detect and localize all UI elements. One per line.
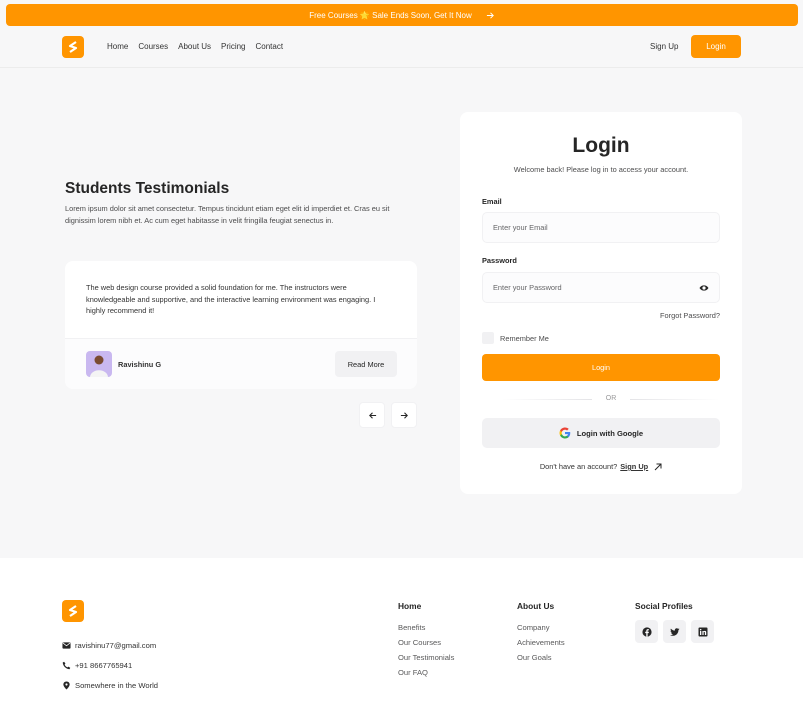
signup-link[interactable]: Sign Up — [620, 462, 648, 471]
or-divider: OR — [502, 395, 720, 405]
facebook-button[interactable] — [635, 620, 658, 643]
logo-icon — [68, 605, 78, 617]
no-account-text: Don't have an account? — [539, 462, 618, 471]
twitter-button[interactable] — [663, 620, 686, 643]
phone-icon — [62, 661, 71, 670]
person-icon — [90, 355, 108, 377]
testimonials-description: Lorem ipsum dolor sit amet consectetur. … — [65, 204, 390, 225]
arrow-left-icon — [368, 411, 376, 419]
email-placeholder: Enter your Email — [493, 223, 548, 232]
footer-col-social: Social Profiles — [635, 601, 714, 643]
remember-checkbox[interactable] — [482, 332, 494, 344]
login-subtitle: Welcome back! Please log in to access yo… — [513, 165, 689, 174]
contact-phone[interactable]: +91 8667765941 — [62, 661, 132, 670]
email-label: Email — [482, 197, 502, 206]
next-testimonial-button[interactable] — [391, 402, 417, 428]
nav-link-about[interactable]: About Us — [178, 42, 211, 51]
footer-link-courses[interactable]: Our Courses — [398, 635, 454, 650]
testimonial-quote: The web design course provided a solid f… — [86, 283, 376, 315]
contact-location-text: Somewhere in the World — [75, 681, 159, 690]
facebook-icon — [641, 626, 652, 637]
footer-link-benefits[interactable]: Benefits — [398, 620, 454, 635]
nav-link-courses[interactable]: Courses — [138, 42, 168, 51]
top-navbar: Home Courses About Us Pricing Contact Si… — [0, 30, 803, 68]
nav-signup-link[interactable]: Sign Up — [650, 42, 678, 51]
contact-email-text: ravishinu77@gmail.com — [75, 641, 157, 650]
contact-phone-text: +91 8667765941 — [75, 661, 133, 670]
password-label: Password — [482, 256, 517, 265]
nav-link-home[interactable]: Home — [107, 42, 128, 51]
arrow-right-icon — [400, 411, 408, 419]
remember-me[interactable]: Remember Me — [482, 332, 549, 344]
footer-link-faq[interactable]: Our FAQ — [398, 665, 454, 680]
google-login-button[interactable]: Login with Google — [482, 418, 720, 448]
testimonials-title: Students Testimonials — [65, 180, 230, 197]
nav-link-pricing[interactable]: Pricing — [221, 42, 245, 51]
login-card: Login Welcome back! Please log in to acc… — [460, 112, 742, 494]
nav-link-contact[interactable]: Contact — [256, 42, 284, 51]
arrow-right-icon — [486, 11, 494, 19]
linkedin-button[interactable] — [691, 620, 714, 643]
remember-label: Remember Me — [500, 333, 549, 343]
linkedin-icon — [698, 627, 707, 636]
contact-email[interactable]: ravishinu77@gmail.com — [62, 641, 156, 650]
footer-link-testimonials[interactable]: Our Testimonials — [398, 650, 454, 665]
avatar — [86, 351, 112, 377]
nav-links: Home Courses About Us Pricing Contact — [107, 42, 283, 51]
signup-prompt: Don't have an account? Sign Up — [460, 462, 742, 471]
contact-location: Somewhere in the World — [62, 681, 158, 690]
brand-logo[interactable] — [62, 36, 84, 58]
read-more-button[interactable]: Read More — [335, 351, 397, 377]
login-submit-button[interactable]: Login — [482, 354, 720, 381]
location-pin-icon — [63, 681, 70, 690]
footer-col-social-title: Social Profiles — [635, 601, 693, 611]
logo-icon — [68, 41, 78, 53]
eye-icon[interactable] — [699, 283, 709, 293]
footer: ravishinu77@gmail.com +91 8667765941 Som… — [0, 558, 803, 711]
footer-logo[interactable] — [62, 600, 84, 622]
nav-login-button[interactable]: Login — [691, 35, 741, 58]
password-field[interactable]: Enter your Password — [482, 272, 720, 303]
footer-link-achievements[interactable]: Achievements — [517, 635, 565, 650]
footer-link-company[interactable]: Company — [517, 620, 565, 635]
social-icons — [635, 620, 714, 643]
footer-col-home-title[interactable]: Home — [398, 601, 454, 611]
footer-link-goals[interactable]: Our Goals — [517, 650, 565, 665]
footer-col-about-title[interactable]: About Us — [517, 601, 565, 611]
footer-col-home: Home Benefits Our Courses Our Testimonia… — [398, 601, 454, 680]
testimonial-card: The web design course provided a solid f… — [65, 261, 417, 389]
twitter-icon — [669, 627, 680, 636]
promo-banner-text: Free Courses 🌟 Sale Ends Soon, Get It No… — [309, 10, 472, 20]
password-placeholder: Enter your Password — [493, 283, 562, 292]
arrow-up-right-icon[interactable] — [654, 463, 662, 471]
google-icon — [559, 427, 571, 439]
testimonial-author: Ravishinu G — [118, 360, 162, 369]
google-login-label: Login with Google — [576, 428, 644, 438]
footer-col-about: About Us Company Achievements Our Goals — [517, 601, 565, 665]
login-title: Login — [572, 134, 630, 157]
forgot-password-link[interactable]: Forgot Password? — [620, 311, 720, 320]
mail-icon — [62, 642, 71, 649]
prev-testimonial-button[interactable] — [359, 402, 385, 428]
testimonial-footer: Ravishinu G Read More — [65, 338, 417, 389]
promo-banner[interactable]: Free Courses 🌟 Sale Ends Soon, Get It No… — [6, 4, 798, 26]
email-field[interactable]: Enter your Email — [482, 212, 720, 243]
